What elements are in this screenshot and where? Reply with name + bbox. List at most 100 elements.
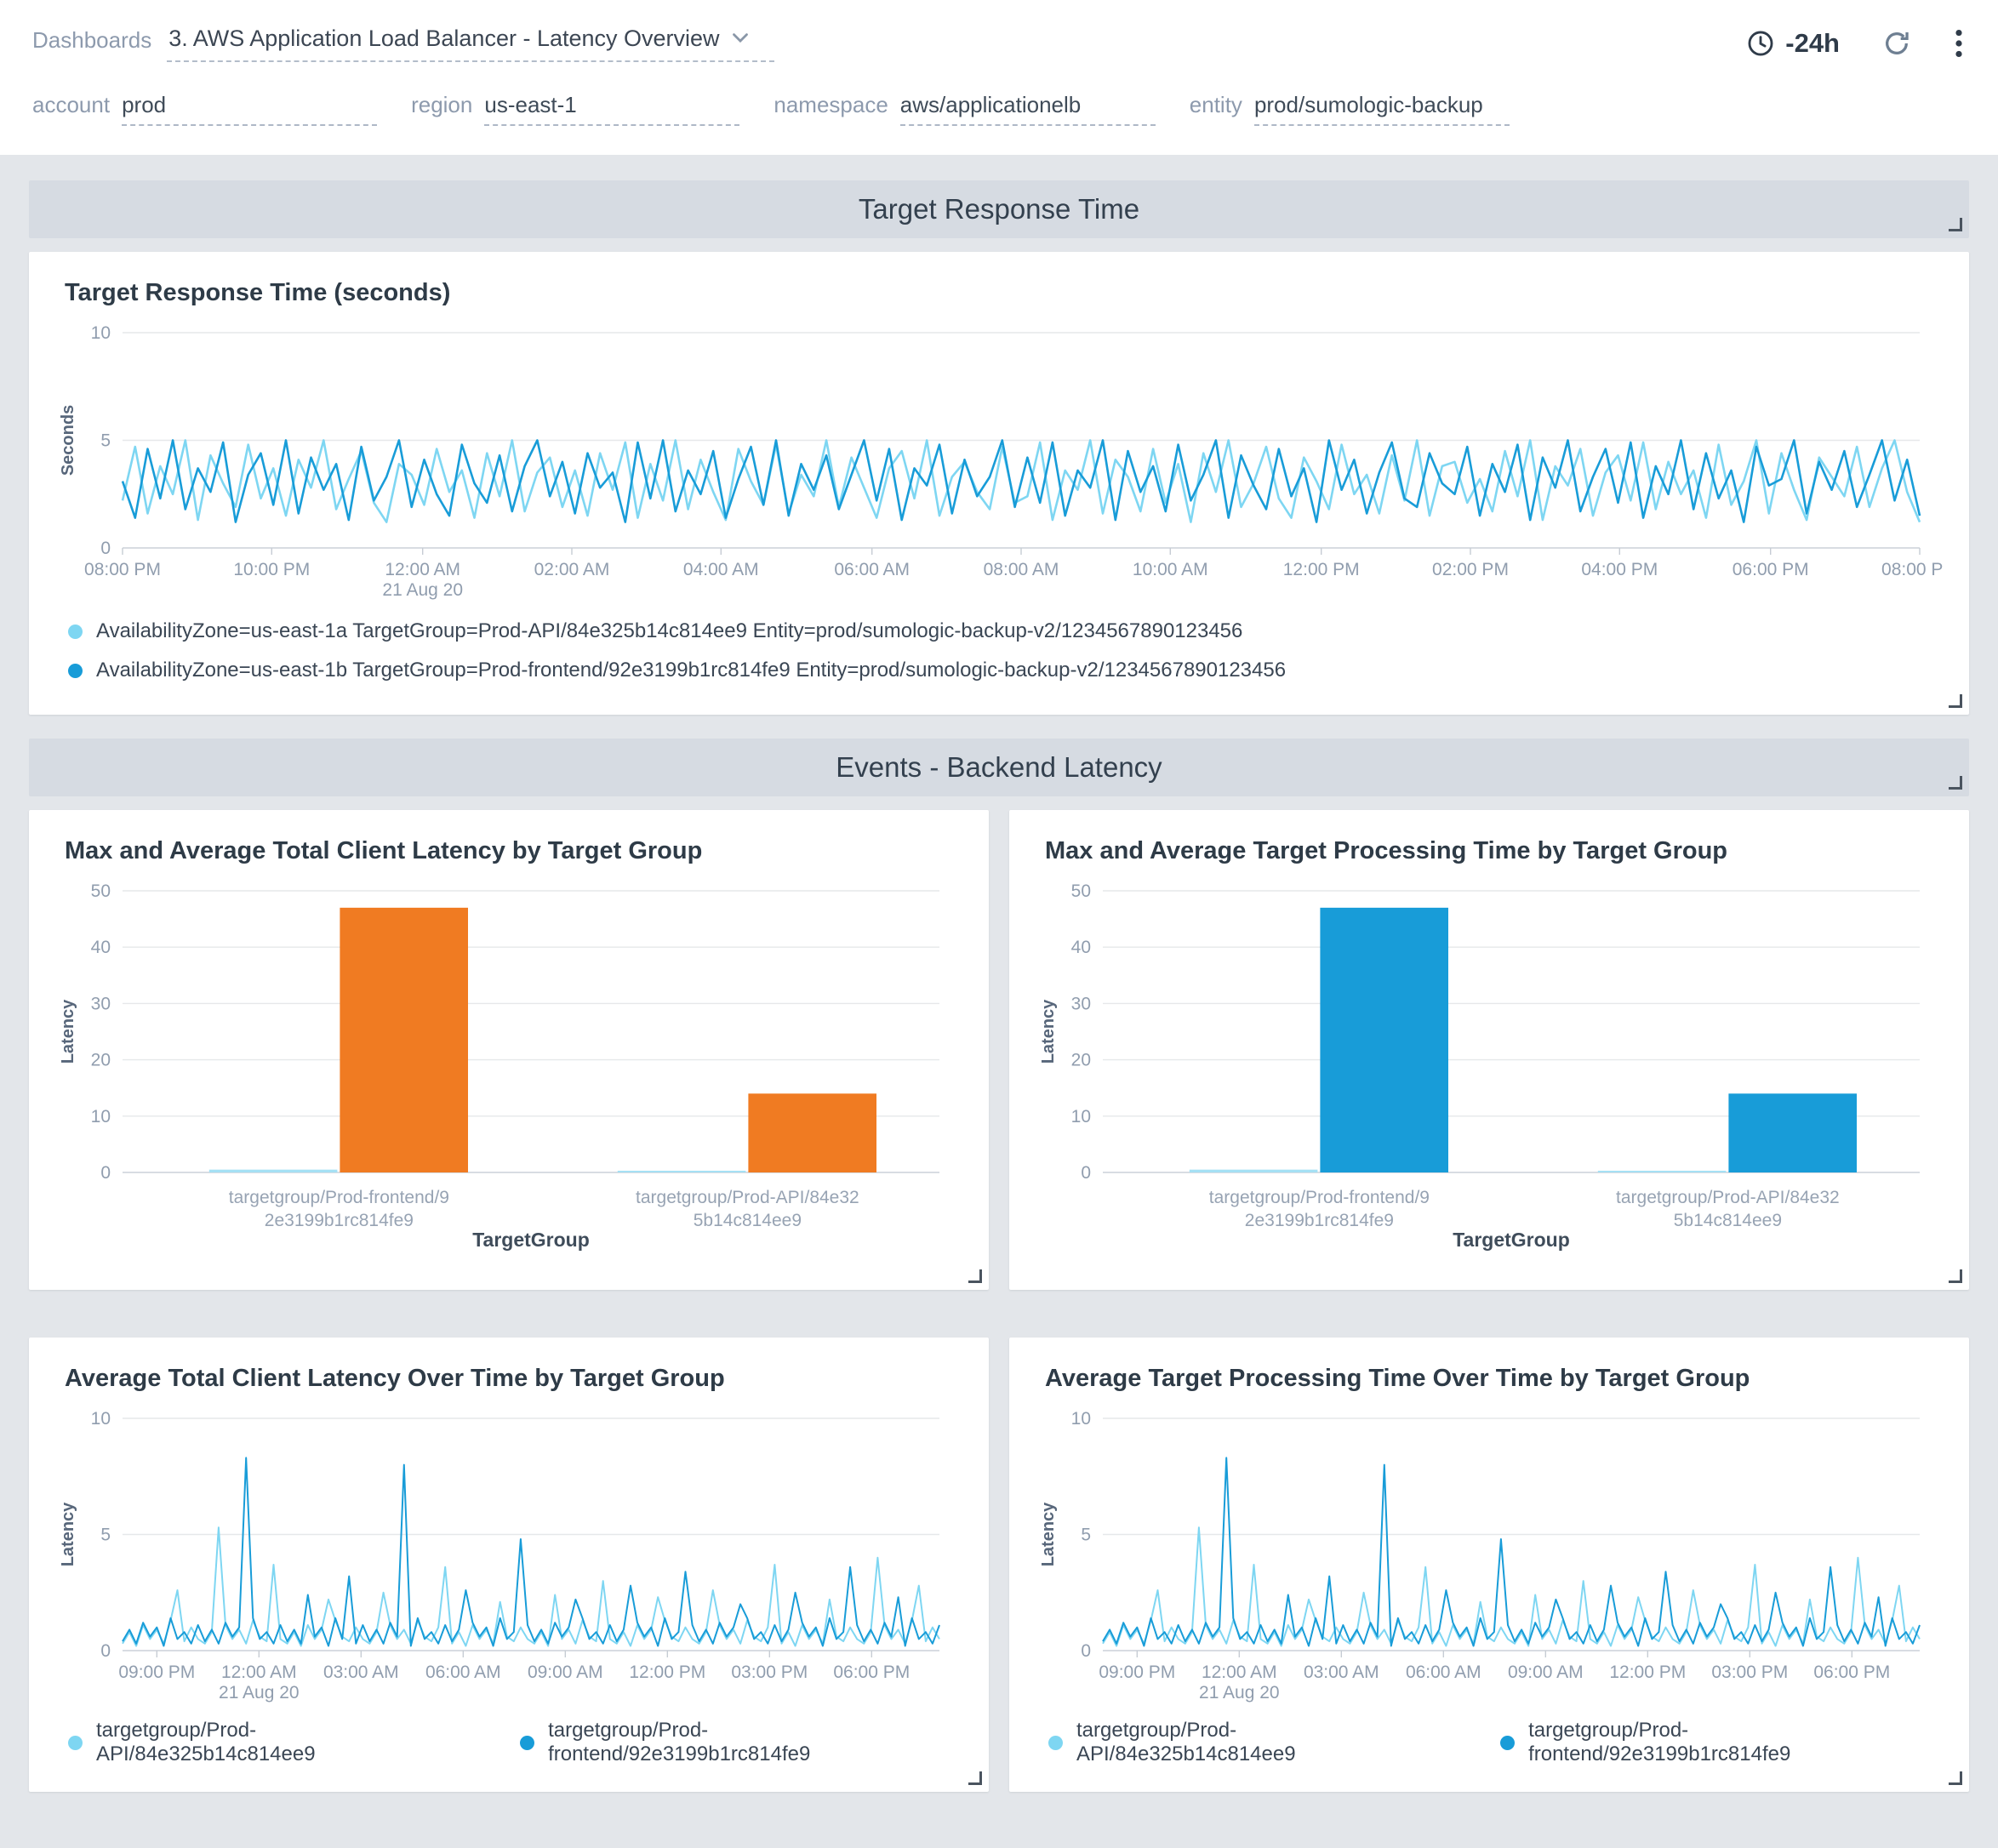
legend-label: targetgroup/Prod-frontend/92e3199b1rc814… (548, 1719, 963, 1766)
time-series-row: Average Total Client Latency Over Time b… (29, 1338, 1969, 1816)
panel-avg-target-processing-over-time: Average Target Processing Time Over Time… (1009, 1338, 1969, 1792)
bar-category-label: targetgroup/Prod-API/84e325b14c814ee9 (1615, 1186, 1840, 1233)
more-options-button[interactable] (1954, 28, 1964, 59)
client-latency-bar-chart[interactable]: 01020304050Latencytargetgroup/Prod-front… (54, 877, 963, 1273)
panel-title: Max and Average Total Client Latency by … (65, 837, 963, 865)
series-color-dot (1500, 1736, 1515, 1750)
svg-text:20: 20 (1071, 1051, 1091, 1070)
svg-text:5: 5 (100, 431, 111, 451)
svg-text:0: 0 (1081, 1641, 1091, 1661)
svg-text:06:00 PM: 06:00 PM (1733, 560, 1809, 579)
filter-account-value[interactable]: prod (122, 92, 377, 126)
refresh-icon (1882, 29, 1911, 58)
svg-text:0: 0 (100, 1641, 111, 1661)
legend-label: targetgroup/Prod-API/84e325b14c814ee9 (96, 1719, 469, 1766)
x-axis-label: TargetGroup (1409, 1229, 1613, 1252)
bar-charts-row: Max and Average Total Client Latency by … (29, 810, 1969, 1314)
legend-item[interactable]: targetgroup/Prod-API/84e325b14c814ee9 (68, 1719, 469, 1766)
svg-text:30: 30 (1071, 994, 1091, 1013)
series-color-dot (68, 625, 83, 639)
target-processing-time-chart[interactable]: 0510Latency09:00 PM12:00 AM21 Aug 2003:0… (1035, 1405, 1944, 1707)
top-bar: Dashboards 3. AWS Application Load Balan… (0, 0, 1998, 87)
panel-max-avg-target-processing: Max and Average Target Processing Time b… (1009, 810, 1969, 1290)
legend-label: AvailabilityZone=us-east-1a TargetGroup=… (96, 619, 1242, 643)
dashboard-title-dropdown[interactable]: 3. AWS Application Load Balancer - Laten… (167, 26, 774, 62)
svg-text:21 Aug 20: 21 Aug 20 (219, 1683, 300, 1703)
filter-namespace-value[interactable]: aws/applicationelb (900, 92, 1156, 126)
x-axis-label: TargetGroup (429, 1229, 633, 1252)
panel-max-avg-client-latency: Max and Average Total Client Latency by … (29, 810, 989, 1290)
target-response-time-chart[interactable]: 0510Seconds08:00 PM10:00 PM12:00 AM21 Au… (54, 319, 1944, 604)
panel-title: Average Target Processing Time Over Time… (1045, 1365, 1944, 1393)
svg-text:10: 10 (1071, 1409, 1091, 1429)
legend-item[interactable]: targetgroup/Prod-frontend/92e3199b1rc814… (1500, 1719, 1944, 1766)
svg-text:10:00 AM: 10:00 AM (1133, 560, 1208, 579)
time-range-control[interactable]: -24h (1746, 28, 1840, 59)
series-color-dot (68, 1736, 83, 1750)
svg-text:02:00 AM: 02:00 AM (534, 560, 610, 579)
svg-text:10: 10 (91, 1409, 111, 1429)
resize-corner-icon[interactable] (968, 1771, 982, 1785)
resize-corner-icon[interactable] (1949, 1771, 1962, 1785)
legend-item[interactable]: AvailabilityZone=us-east-1b TargetGroup=… (68, 659, 1944, 682)
filter-region-value[interactable]: us-east-1 (484, 92, 739, 126)
sumologic-dashboard-page: Dashboards 3. AWS Application Load Balan… (0, 0, 1998, 1848)
svg-text:03:00 AM: 03:00 AM (1304, 1663, 1379, 1682)
legend: targetgroup/Prod-API/84e325b14c814ee9 ta… (1048, 1719, 1944, 1766)
breadcrumb-dashboards[interactable]: Dashboards (32, 27, 151, 62)
resize-corner-icon[interactable] (1949, 776, 1962, 790)
filter-region: region us-east-1 (411, 92, 739, 126)
dashboard-title: 3. AWS Application Load Balancer - Laten… (168, 26, 719, 52)
bar-category-label: targetgroup/Prod-frontend/92e3199b1rc814… (226, 1186, 451, 1233)
resize-corner-icon[interactable] (1949, 694, 1962, 708)
legend-item[interactable]: targetgroup/Prod-frontend/92e3199b1rc814… (520, 1719, 963, 1766)
svg-text:40: 40 (1071, 938, 1091, 957)
clock-icon (1746, 29, 1775, 58)
panel-title: Target Response Time (seconds) (65, 279, 1944, 307)
svg-text:04:00 AM: 04:00 AM (683, 560, 759, 579)
panel-title: Average Total Client Latency Over Time b… (65, 1365, 963, 1393)
refresh-button[interactable] (1882, 29, 1911, 58)
series-color-dot (520, 1736, 534, 1750)
filter-region-label: region (411, 92, 472, 118)
svg-text:21 Aug 20: 21 Aug 20 (1199, 1683, 1280, 1703)
target-processing-bar-chart[interactable]: 01020304050Latencytargetgroup/Prod-front… (1035, 877, 1944, 1273)
svg-text:10: 10 (91, 1107, 111, 1126)
dashboard-content: Target Response Time Target Response Tim… (0, 155, 1998, 1848)
filter-account: account prod (32, 92, 377, 126)
svg-text:09:00 AM: 09:00 AM (1508, 1663, 1584, 1682)
y-axis-label: Latency (1039, 999, 1058, 1064)
svg-text:08:00 PM: 08:00 PM (84, 560, 161, 579)
svg-text:10:00 PM: 10:00 PM (233, 560, 310, 579)
svg-text:12:00 PM: 12:00 PM (1609, 1663, 1686, 1682)
svg-text:09:00 PM: 09:00 PM (1099, 1663, 1175, 1682)
svg-text:12:00 PM: 12:00 PM (1283, 560, 1360, 579)
resize-corner-icon[interactable] (1949, 218, 1962, 231)
svg-text:08:00 PM: 08:00 PM (1881, 560, 1944, 579)
bar-category-label: targetgroup/Prod-API/84e325b14c814ee9 (635, 1186, 859, 1233)
svg-text:40: 40 (91, 938, 111, 957)
svg-text:03:00 PM: 03:00 PM (731, 1663, 808, 1682)
legend-label: AvailabilityZone=us-east-1b TargetGroup=… (96, 659, 1286, 682)
svg-text:02:00 PM: 02:00 PM (1432, 560, 1509, 579)
panel-title: Max and Average Target Processing Time b… (1045, 837, 1944, 865)
svg-text:08:00 AM: 08:00 AM (984, 560, 1059, 579)
filter-entity-value[interactable]: prod/sumologic-backup (1254, 92, 1510, 126)
svg-text:10: 10 (91, 323, 111, 343)
svg-text:0: 0 (100, 1163, 111, 1183)
svg-text:5: 5 (1081, 1526, 1091, 1545)
svg-text:06:00 AM: 06:00 AM (834, 560, 910, 579)
panel-target-response-time: Target Response Time (seconds) 0 5 10 Secon… (29, 252, 1969, 715)
y-axis-label: Seconds (59, 405, 77, 476)
resize-corner-icon[interactable] (1949, 1269, 1962, 1283)
resize-corner-icon[interactable] (968, 1269, 982, 1283)
legend-item[interactable]: AvailabilityZone=us-east-1a TargetGroup=… (68, 619, 1944, 643)
svg-text:0: 0 (100, 539, 111, 558)
client-latency-time-chart[interactable]: 0510Latency09:00 PM12:00 AM21 Aug 2003:0… (54, 1405, 963, 1707)
svg-text:09:00 AM: 09:00 AM (528, 1663, 603, 1682)
svg-text:50: 50 (1071, 881, 1091, 901)
svg-text:09:00 PM: 09:00 PM (118, 1663, 195, 1682)
legend-item[interactable]: targetgroup/Prod-API/84e325b14c814ee9 (1048, 1719, 1449, 1766)
filter-namespace-label: namespace (774, 92, 888, 118)
section-title: Events - Backend Latency (836, 751, 1162, 784)
